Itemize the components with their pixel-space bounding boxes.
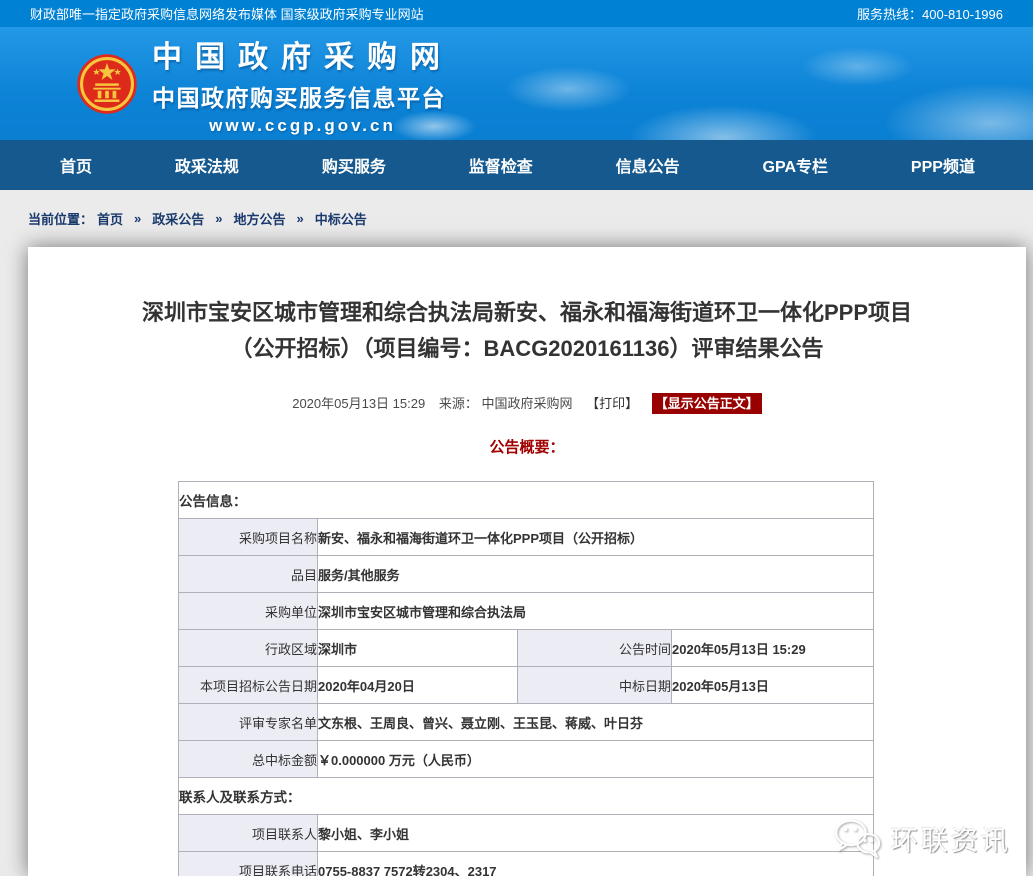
section-heading-contact: 联系人及联系方式： [179, 778, 874, 815]
topbar-slogan: 财政部唯一指定政府采购信息网络发布媒体 国家级政府采购专业网站 [30, 4, 424, 23]
site-subtitle: 中国政府购买服务信息平台 [152, 79, 453, 113]
site-brand: 中国政府采购网 中国政府购买服务信息平台 www.ccgp.gov.cn [152, 32, 453, 136]
announcement-info-table: 公告信息： 采购项目名称 新安、福永和福海街道环卫一体化PPP项目（公开招标） … [178, 481, 874, 876]
nav-item-home[interactable]: 首页 [60, 153, 92, 177]
topbar: 财政部唯一指定政府采购信息网络发布媒体 国家级政府采购专业网站 服务热线：400… [0, 0, 1033, 27]
field-value-award-date: 2020年05月13日 [672, 667, 874, 704]
field-label-award-date: 中标日期 [518, 667, 672, 704]
field-label-announce-time: 公告时间 [518, 630, 672, 667]
table-row-purchaser: 采购单位 深圳市宝安区城市管理和综合执法局 [179, 593, 874, 630]
table-row-project-name: 采购项目名称 新安、福永和福海街道环卫一体化PPP项目（公开招标） [179, 519, 874, 556]
breadcrumb: 当前位置： 首页 » 政采公告 » 地方公告 » 中标公告 [0, 190, 1033, 247]
nav-item-regulations[interactable]: 政采法规 [175, 153, 239, 177]
field-value-experts: 文东根、王周良、曾兴、聂立刚、王玉昆、蒋威、叶日芬 [318, 704, 874, 741]
section-heading-info: 公告信息： [179, 482, 874, 519]
field-label-category: 品目 [179, 556, 318, 593]
show-notice-button[interactable]: 【显示公告正文】 [652, 393, 762, 414]
article-title-line1: 深圳市宝安区城市管理和综合执法局新安、福永和福海街道环卫一体化PPP项目 [68, 295, 986, 331]
source-link[interactable]: 中国政府采购网 [481, 396, 572, 411]
article-title: 深圳市宝安区城市管理和综合执法局新安、福永和福海街道环卫一体化PPP项目 （公开… [28, 295, 1026, 367]
article-meta: 2020年05月13日 15:29 来源： 中国政府采购网 【打印】 【显示公告… [28, 393, 1026, 412]
field-value-total-amount: ￥0.000000 万元（人民币） [318, 741, 874, 778]
breadcrumb-item-local[interactable]: 地方公告 [234, 209, 286, 228]
site-url[interactable]: www.ccgp.gov.cn [152, 116, 453, 136]
field-label-region: 行政区域 [179, 630, 318, 667]
field-label-purchaser: 采购单位 [179, 593, 318, 630]
table-row-total-amount: 总中标金额 ￥0.000000 万元（人民币） [179, 741, 874, 778]
field-value-category: 服务/其他服务 [318, 556, 874, 593]
summary-heading: 公告概要： [28, 436, 1026, 457]
print-button[interactable]: 【打印】 [586, 396, 638, 411]
table-row-tender-award-date: 本项目招标公告日期 2020年04月20日 中标日期 2020年05月13日 [179, 667, 874, 704]
field-value-announce-time: 2020年05月13日 15:29 [672, 630, 874, 667]
main-nav: 首页 政采法规 购买服务 监督检查 信息公告 GPA专栏 PPP频道 [0, 140, 1033, 190]
field-label-experts: 评审专家名单 [179, 704, 318, 741]
field-label-total-amount: 总中标金额 [179, 741, 318, 778]
field-value-project-name: 新安、福永和福海街道环卫一体化PPP项目（公开招标） [318, 519, 874, 556]
content-panel: 深圳市宝安区城市管理和综合执法局新安、福永和福海街道环卫一体化PPP项目 （公开… [28, 247, 1026, 876]
table-row-contact-phone: 项目联系电话 0755-8837 7572转2304、2317 [179, 852, 874, 876]
field-value-tender-date: 2020年04月20日 [318, 667, 518, 704]
table-row-contact-heading: 联系人及联系方式： [179, 778, 874, 815]
field-label-contact-person: 项目联系人 [179, 815, 318, 852]
field-label-project-name: 采购项目名称 [179, 519, 318, 556]
nav-item-gpa[interactable]: GPA专栏 [763, 153, 829, 177]
breadcrumb-separator: » [297, 211, 304, 226]
table-row-contact-person: 项目联系人 黎小姐、李小姐 [179, 815, 874, 852]
field-label-tender-date: 本项目招标公告日期 [179, 667, 318, 704]
article-title-line2: （公开招标）（项目编号：BACG2020161136）评审结果公告 [68, 331, 986, 367]
field-value-contact-phone: 0755-8837 7572转2304、2317 [318, 852, 874, 876]
table-row-category: 品目 服务/其他服务 [179, 556, 874, 593]
nav-item-ppp[interactable]: PPP频道 [911, 153, 975, 177]
field-value-purchaser: 深圳市宝安区城市管理和综合执法局 [318, 593, 874, 630]
field-value-contact-person: 黎小姐、李小姐 [318, 815, 874, 852]
breadcrumb-item-award[interactable]: 中标公告 [315, 209, 367, 228]
field-value-region: 深圳市 [318, 630, 518, 667]
breadcrumb-item-announcements[interactable]: 政采公告 [152, 209, 204, 228]
nav-item-announcements[interactable]: 信息公告 [616, 153, 680, 177]
site-header: 中国政府采购网 中国政府购买服务信息平台 www.ccgp.gov.cn [0, 27, 1033, 140]
table-row-region-announce-time: 行政区域 深圳市 公告时间 2020年05月13日 15:29 [179, 630, 874, 667]
publish-datetime: 2020年05月13日 15:29 [292, 396, 425, 411]
breadcrumb-separator: » [134, 211, 141, 226]
site-title: 中国政府采购网 [152, 32, 453, 76]
source-label: 来源： [439, 396, 478, 411]
field-label-contact-phone: 项目联系电话 [179, 852, 318, 876]
nav-item-purchase-service[interactable]: 购买服务 [322, 153, 386, 177]
breadcrumb-separator: » [215, 211, 222, 226]
topbar-hotline: 服务热线：400-810-1996 [857, 4, 1003, 23]
table-row-info-heading: 公告信息： [179, 482, 874, 519]
breadcrumb-prefix: 当前位置： [28, 209, 93, 228]
nav-item-supervision[interactable]: 监督检查 [469, 153, 533, 177]
breadcrumb-item-home[interactable]: 首页 [97, 209, 123, 228]
national-emblem-logo [76, 53, 138, 115]
table-row-experts: 评审专家名单 文东根、王周良、曾兴、聂立刚、王玉昆、蒋威、叶日芬 [179, 704, 874, 741]
